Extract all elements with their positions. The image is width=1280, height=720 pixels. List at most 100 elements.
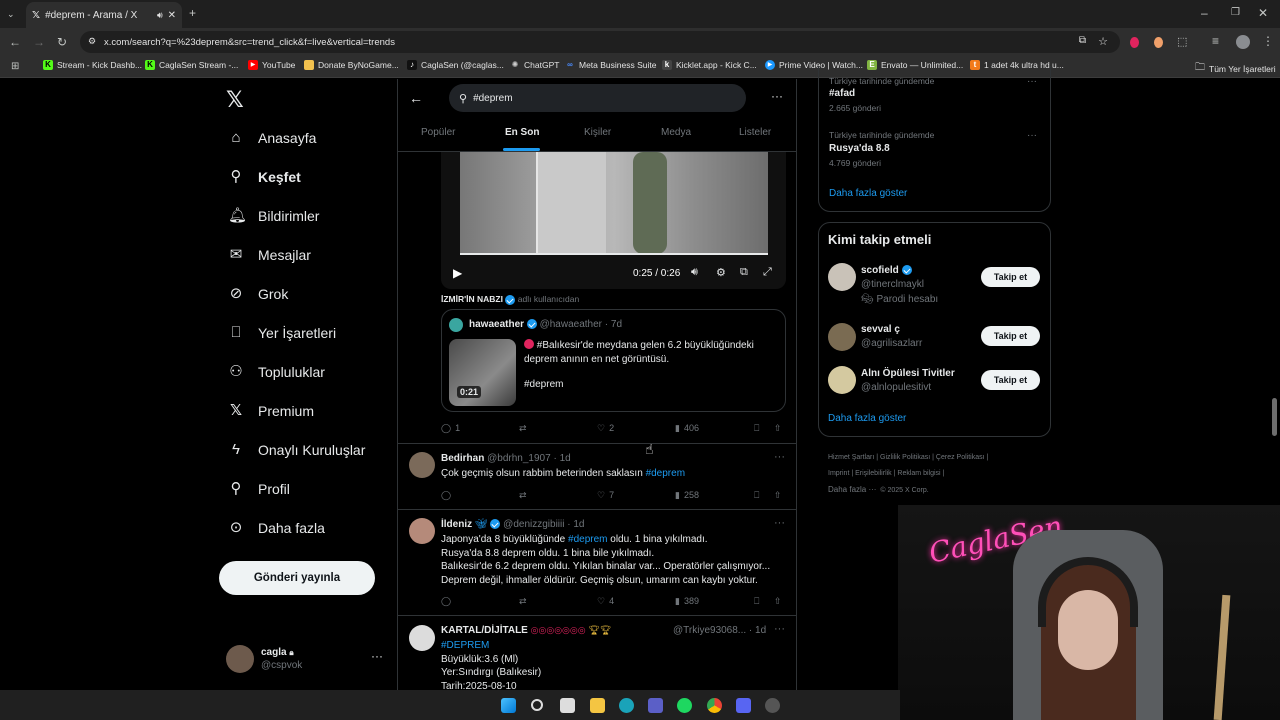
video-progress-bar[interactable]: [460, 253, 768, 255]
post3-avatar[interactable]: [409, 518, 435, 544]
post3-more-icon[interactable]: ···: [774, 517, 785, 529]
x-logo-icon[interactable]: 𝕏: [226, 87, 244, 113]
user-avatar[interactable]: [828, 366, 856, 394]
reload-icon[interactable]: ↻: [57, 36, 67, 48]
nav-messages[interactable]: ✉ Mesajlar: [228, 247, 311, 264]
bookmark-kicklet[interactable]: k Kicklet.app - Kick C...: [662, 60, 757, 70]
repost-button[interactable]: ⇄: [519, 423, 527, 434]
address-bar[interactable]: ⚙︎ x.com/search?q=%23deprem&src=trend_cl…: [80, 31, 1120, 53]
reply-button[interactable]: ◯ 1: [441, 423, 460, 434]
follow-button[interactable]: Takip et: [981, 370, 1040, 390]
back-icon[interactable]: ←: [9, 36, 21, 48]
forward-icon[interactable]: →: [33, 36, 45, 48]
nav-premium[interactable]: 𝕏 Premium: [228, 403, 314, 420]
chrome-icon[interactable]: [707, 698, 722, 713]
page-scrollbar[interactable]: [1272, 398, 1277, 436]
bookmark-button[interactable]: ⎕: [754, 596, 759, 607]
all-bookmarks[interactable]: 🗀 Tüm Yer İşaretleri: [1195, 60, 1276, 77]
start-icon[interactable]: [501, 698, 516, 713]
hashtag-link[interactable]: #deprem: [646, 468, 685, 479]
bookmark-chatgpt[interactable]: ✺ ChatGPT: [510, 60, 560, 70]
footer-link[interactable]: Çerez Politikası: [936, 454, 985, 461]
follow-button[interactable]: Takip et: [981, 267, 1040, 287]
hashtag-link[interactable]: #deprem: [568, 534, 607, 545]
bookmark-youtube[interactable]: ▶ YouTube: [248, 60, 295, 70]
nav-communities[interactable]: ⚇ Topluluklar: [228, 364, 325, 381]
browser-tab[interactable]: 𝕏 #deprem - Arama / X 🔊︎ ✕: [26, 2, 182, 28]
user-name[interactable]: Alnı Öpülesi Tivitler: [861, 368, 955, 379]
views-button[interactable]: ▮ 389: [675, 596, 699, 607]
nav-bookmarks[interactable]: ⎕ Yer İşaretleri: [228, 325, 336, 342]
nav-home[interactable]: ⌂ Anasayfa: [228, 130, 316, 147]
nav-verified-orgs[interactable]: ϟ Onaylı Kuruluşlar: [228, 442, 365, 459]
bookmark-caglasen-stream[interactable]: K CaglaSen Stream -...: [145, 60, 238, 70]
settings-icon[interactable]: ⚙︎: [716, 266, 726, 279]
footer-link[interactable]: Daha fazla ···: [828, 485, 876, 494]
footer-link[interactable]: Gizlilik Politikası: [880, 454, 930, 461]
nav-notifications[interactable]: 🔔︎ Bildirimler: [228, 208, 319, 225]
trend-name[interactable]: Rusya'da 8.8: [829, 143, 890, 154]
play-icon[interactable]: ▶: [453, 266, 462, 280]
quote-thumbnail[interactable]: 0:21: [449, 339, 516, 406]
app-icon[interactable]: [765, 698, 780, 713]
bookmark-tiktok[interactable]: ♪ CaglaSen (@caglas...: [407, 60, 504, 70]
tab-lists[interactable]: Listeler: [739, 127, 771, 138]
hashtag-link[interactable]: #DEPREM: [441, 639, 786, 653]
share-button[interactable]: ⇧: [774, 490, 782, 501]
search-icon[interactable]: [531, 699, 543, 711]
post4-avatar[interactable]: [409, 625, 435, 651]
spotify-icon[interactable]: [677, 698, 692, 713]
user-name[interactable]: scofield: [861, 265, 912, 276]
post-button[interactable]: Gönderi yayınla: [219, 561, 375, 595]
edge-icon[interactable]: [619, 698, 634, 713]
tab-latest[interactable]: En Son: [505, 127, 539, 138]
tab-people[interactable]: Kişiler: [584, 127, 611, 138]
extension-fox-icon[interactable]: [1154, 37, 1163, 48]
tab-media[interactable]: Medya: [661, 127, 691, 138]
reply-button[interactable]: ◯: [441, 490, 451, 501]
profile-avatar-icon[interactable]: [1236, 35, 1250, 49]
bookmark-kick-dashboard[interactable]: K Stream - Kick Dashb...: [43, 60, 142, 70]
share-button[interactable]: ⇧: [774, 596, 782, 607]
reading-list-icon[interactable]: ≡: [1212, 35, 1219, 47]
bookmark-button[interactable]: ⎕: [754, 423, 759, 434]
footer-link[interactable]: Hizmet Şartları: [828, 454, 874, 461]
quote-hashtag[interactable]: #deprem: [524, 379, 563, 390]
browser-menu-icon[interactable]: ⋮: [1262, 35, 1274, 47]
nav-profile[interactable]: ⚲ Profil: [228, 481, 290, 498]
trend-more-icon[interactable]: ···: [1027, 76, 1037, 87]
discord-icon[interactable]: [736, 698, 751, 713]
nav-explore[interactable]: ⚲ Keşfet: [228, 169, 301, 186]
show-more-follow[interactable]: Daha fazla göster: [828, 413, 906, 424]
user-name[interactable]: sevval ç: [861, 324, 900, 335]
like-button[interactable]: ♡ 7: [597, 490, 614, 501]
show-more-trends[interactable]: Daha fazla göster: [829, 188, 907, 199]
fullscreen-icon[interactable]: ⤢: [763, 266, 772, 279]
maximize-icon[interactable]: ❐: [1231, 7, 1240, 19]
search-input[interactable]: ⚲ #deprem: [449, 84, 746, 112]
account-switcher[interactable]: cagla 🔒︎ @cspvok ···: [226, 645, 386, 675]
tab-list-icon[interactable]: ⌄: [7, 8, 15, 20]
account-more-icon[interactable]: ···: [371, 649, 383, 663]
audio-icon[interactable]: 🔊︎: [157, 10, 163, 21]
post2-avatar[interactable]: [409, 452, 435, 478]
teams-icon[interactable]: [648, 698, 663, 713]
video-player[interactable]: ▶ 0:25 / 0:26 🔊︎ ⚙︎ ⧉ ⤢: [441, 152, 786, 289]
extensions-icon[interactable]: ⬚: [1177, 36, 1187, 48]
trend-more-icon[interactable]: ···: [1027, 130, 1037, 141]
minimize-icon[interactable]: –: [1201, 7, 1208, 19]
footer-link[interactable]: Imprint: [828, 470, 849, 477]
window-close-icon[interactable]: ✕: [1258, 7, 1268, 19]
site-info-icon[interactable]: ⚙︎: [88, 36, 96, 47]
bookmark-button[interactable]: ⎕: [754, 490, 759, 501]
share-button[interactable]: ⇧: [774, 423, 782, 434]
footer-link[interactable]: Reklam bilgisi: [897, 470, 940, 477]
bookmark-star-icon[interactable]: ☆: [1098, 35, 1108, 48]
follow-button[interactable]: Takip et: [981, 326, 1040, 346]
post4-more-icon[interactable]: ···: [774, 623, 785, 635]
repost-button[interactable]: ⇄: [519, 596, 527, 607]
post2-more-icon[interactable]: ···: [774, 451, 785, 463]
bookmark-meta[interactable]: ∞ Meta Business Suite: [565, 60, 656, 70]
back-arrow-icon[interactable]: ←: [409, 90, 423, 106]
repost-button[interactable]: ⇄: [519, 490, 527, 501]
